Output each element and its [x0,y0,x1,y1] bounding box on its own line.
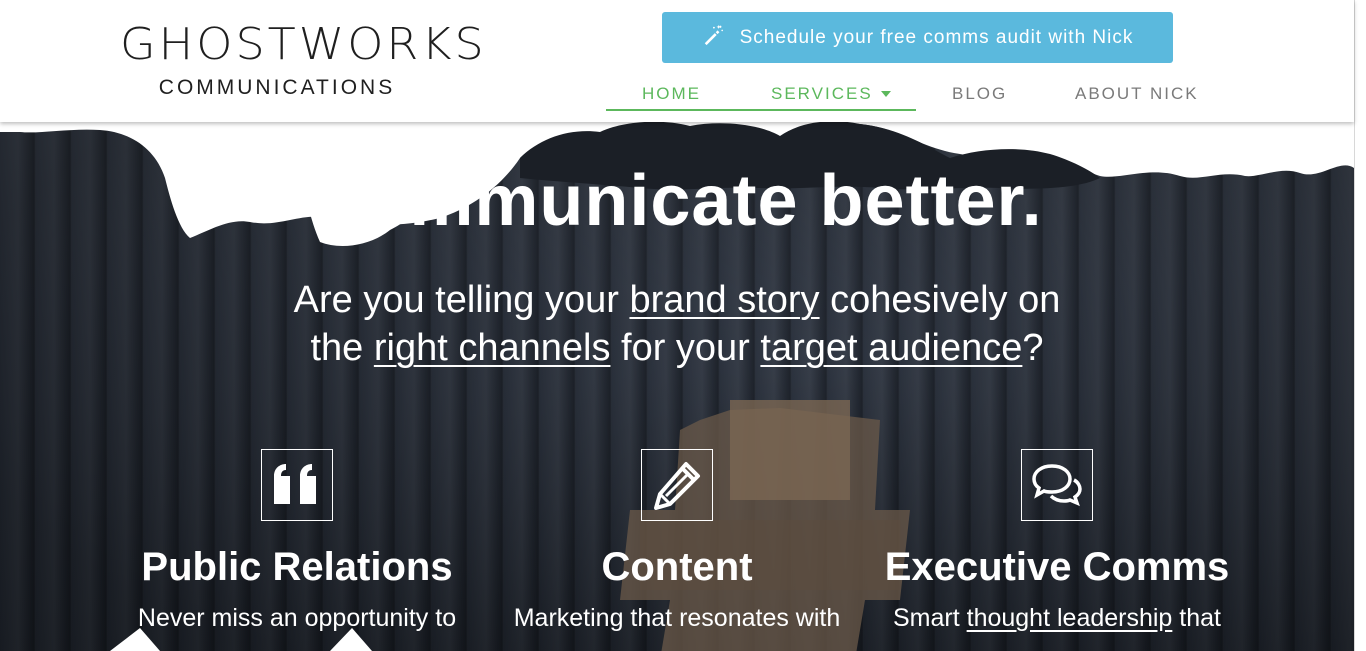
nav-services[interactable]: SERVICES [771,84,891,104]
right-channels-link[interactable]: right channels [374,327,611,369]
hero-subline: Are you telling your brand story cohesiv… [220,276,1134,372]
logo[interactable]: GHOSTWORKS COMMUNICATIONS [120,18,487,102]
service-title: Executive Comms [884,545,1230,589]
subline-text: the [310,327,374,369]
service-description: Never miss an opportunity to [137,604,457,632]
subline-text: Are you telling your [293,279,630,321]
service-description: Smart thought leadership that [867,601,1247,635]
nav-about-nick[interactable]: ABOUT NICK [1075,84,1199,104]
hero-headline: Communicate better. [311,161,1043,241]
logo-subtitle: COMMUNICATIONS [158,76,396,99]
nav-active-underline [606,109,916,111]
nav-services-label: SERVICES [771,84,873,103]
schedule-audit-label: Schedule your free comms audit with Nick [739,26,1134,48]
nav-blog-label: BLOG [952,84,1008,103]
nav-about-label: ABOUT NICK [1075,84,1199,103]
target-audience-link[interactable]: target audience [760,327,1022,369]
thought-leadership-link[interactable]: thought leadership [967,604,1173,632]
caret-down-icon [880,91,891,97]
service-public-relations: Public Relations Never miss an opportuni… [107,449,487,635]
nav-blog[interactable]: BLOG [952,84,1007,104]
page-scrollbar[interactable] [1354,0,1366,651]
service-description-text: Smart [893,604,967,632]
logo-wordmark: GHOSTWORKS [120,18,487,70]
service-description-text: that [1172,604,1221,632]
cloud-overlap [300,150,450,246]
subline-text: ? [1022,327,1044,369]
magic-wand-icon [702,24,724,52]
site-header: GHOSTWORKS COMMUNICATIONS Schedule your … [0,0,1354,122]
service-content: Content Marketing that resonates with [487,449,867,635]
pencil-icon [641,449,713,521]
subline-text: for your [610,327,761,369]
service-description: Marketing that resonates with [513,604,841,632]
quote-icon [261,449,333,521]
service-executive-comms: Executive Comms Smart thought leadership… [867,449,1247,635]
service-title: Public Relations [141,545,453,589]
service-title: Content [601,545,753,589]
schedule-audit-button[interactable]: Schedule your free comms audit with Nick [662,12,1173,63]
subline-text: cohesively on [819,279,1061,321]
nav-home-label: HOME [642,84,701,103]
brand-story-link[interactable]: brand story [629,279,819,321]
comments-icon [1021,449,1093,521]
nav-home[interactable]: HOME [642,84,701,104]
